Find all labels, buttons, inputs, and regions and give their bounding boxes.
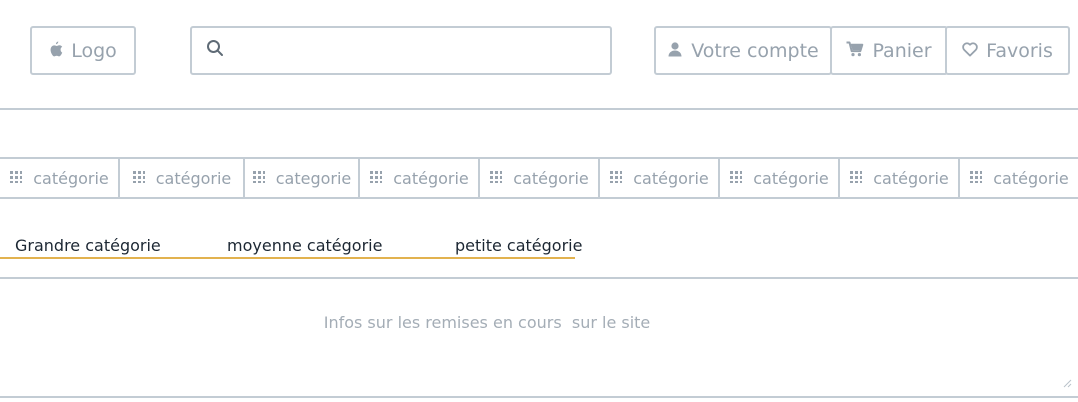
grid-icon [252,170,268,186]
grid-icon [849,170,865,186]
header-divider [0,108,1078,110]
search-input[interactable] [234,39,602,62]
breadcrumb-underline [0,257,575,259]
cart-label: Panier [872,39,932,62]
grid-icon [609,170,625,186]
search-box[interactable] [190,26,612,75]
category-item[interactable]: catégorie [0,159,120,197]
promo-banner: Infos sur les remises en cours sur le si… [0,277,1078,398]
category-label: catégorie [873,168,949,188]
grid-icon [369,170,385,186]
account-label: Votre compte [691,39,819,62]
category-label: catégorie [33,168,109,188]
cart-icon [846,40,864,62]
category-item[interactable]: catégorie [360,159,480,197]
category-bar: catégorie catégorie categorie catégorie … [0,157,1078,199]
resize-handle-icon[interactable] [1063,373,1072,392]
category-item[interactable]: catégorie [480,159,600,197]
grid-icon [9,170,25,186]
apple-icon [49,40,63,62]
breadcrumb-large-category[interactable]: Grandre catégorie [15,236,161,255]
logo-label: Logo [71,39,117,62]
logo-button[interactable]: Logo [30,26,136,75]
category-label: catégorie [513,168,589,188]
category-label: categorie [275,168,352,188]
grid-icon [969,170,985,186]
grid-icon [489,170,505,186]
category-label: catégorie [393,168,469,188]
category-label: catégorie [753,168,829,188]
category-item[interactable]: catégorie [120,159,245,197]
favorites-label: Favoris [986,39,1053,62]
category-item[interactable]: catégorie [600,159,720,197]
account-button[interactable]: Votre compte [654,26,832,75]
category-label: catégorie [155,168,232,188]
favorites-button[interactable]: Favoris [945,26,1070,75]
search-icon [206,39,224,62]
breadcrumb-small-category[interactable]: petite catégorie [455,236,582,255]
breadcrumb-medium-category[interactable]: moyenne catégorie [227,236,382,255]
category-label: catégorie [633,168,709,188]
category-item[interactable]: catégorie [960,159,1078,197]
category-item[interactable]: categorie [245,159,360,197]
category-label: catégorie [993,168,1069,188]
heart-icon [962,40,978,62]
user-icon [667,40,683,62]
category-item[interactable]: catégorie [720,159,840,197]
grid-icon [132,170,148,186]
cart-button[interactable]: Panier [830,26,948,75]
site-header: Logo Votre compte Panier Favoris [0,0,1078,108]
category-item[interactable]: catégorie [840,159,960,197]
promo-text: Infos sur les remises en cours sur le si… [323,313,651,332]
grid-icon [729,170,745,186]
